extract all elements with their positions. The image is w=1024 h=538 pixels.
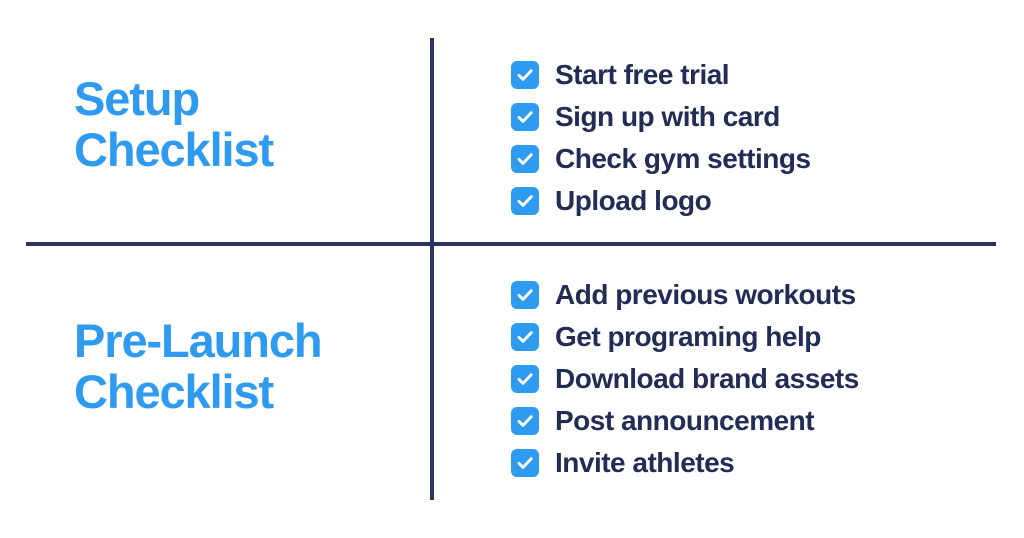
list-item[interactable]: Get programing help xyxy=(511,316,1011,358)
checkbox-checked-icon[interactable] xyxy=(511,449,539,477)
pre-launch-checklist-title: Pre-Launch Checklist xyxy=(74,314,434,418)
setup-checklist-title-line-2: Checklist xyxy=(74,122,274,176)
checkbox-checked-icon[interactable] xyxy=(511,61,539,89)
setup-checklist-panel: Start free trial Sign up with card Check g… xyxy=(511,54,1011,222)
pre-launch-checklist-item-label: Post announcement xyxy=(555,405,815,436)
pre-launch-checklist: Add previous workouts Get programing help… xyxy=(511,274,1011,484)
checkbox-checked-icon[interactable] xyxy=(511,323,539,351)
pre-launch-checklist-heading-panel: Pre-Launch Checklist xyxy=(74,314,434,418)
list-item[interactable]: Post announcement xyxy=(511,400,1011,442)
list-item[interactable]: Check gym settings xyxy=(511,138,1011,180)
checkbox-checked-icon[interactable] xyxy=(511,187,539,215)
setup-checklist-title: Setup Checklist xyxy=(74,72,414,176)
checkbox-checked-icon[interactable] xyxy=(511,103,539,131)
vertical-divider xyxy=(430,38,434,500)
pre-launch-checklist-title-line-1: Pre-Launch xyxy=(74,314,323,367)
pre-launch-checklist-item-label: Invite athletes xyxy=(555,447,735,478)
list-item[interactable]: Upload logo xyxy=(511,180,1011,222)
pre-launch-checklist-title-line-2: Checklist xyxy=(74,364,274,418)
list-item[interactable]: Sign up with card xyxy=(511,96,1011,138)
checkbox-checked-icon[interactable] xyxy=(511,145,539,173)
list-item[interactable]: Start free trial xyxy=(511,54,1011,96)
list-item[interactable]: Invite athletes xyxy=(511,442,1011,484)
setup-checklist-item-label: Sign up with card xyxy=(555,101,780,132)
setup-checklist: Start free trial Sign up with card Check g… xyxy=(511,54,1011,222)
pre-launch-checklist-item-label: Add previous workouts xyxy=(555,279,856,310)
checkbox-checked-icon[interactable] xyxy=(511,407,539,435)
setup-checklist-title-line-1: Setup xyxy=(74,72,200,125)
list-item[interactable]: Download brand assets xyxy=(511,358,1011,400)
checklist-board: Setup Checklist Pre-Launch Checklist Sta… xyxy=(0,0,1024,538)
checkbox-checked-icon[interactable] xyxy=(511,365,539,393)
pre-launch-checklist-item-label: Get programing help xyxy=(555,321,821,352)
setup-checklist-heading-panel: Setup Checklist xyxy=(74,72,414,176)
horizontal-divider xyxy=(26,242,996,246)
setup-checklist-item-label: Start free trial xyxy=(555,59,730,90)
setup-checklist-item-label: Check gym settings xyxy=(555,143,811,174)
setup-checklist-item-label: Upload logo xyxy=(555,185,712,216)
pre-launch-checklist-panel: Add previous workouts Get programing help… xyxy=(511,274,1011,484)
pre-launch-checklist-item-label: Download brand assets xyxy=(555,363,859,394)
list-item[interactable]: Add previous workouts xyxy=(511,274,1011,316)
checkbox-checked-icon[interactable] xyxy=(511,281,539,309)
